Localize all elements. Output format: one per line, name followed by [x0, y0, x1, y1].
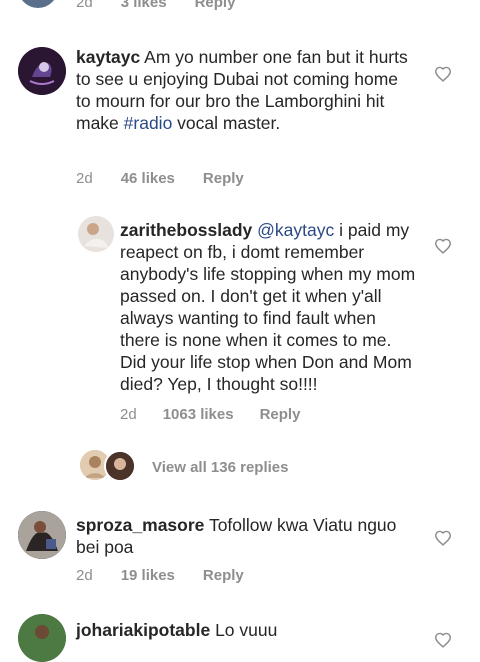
like-button[interactable]: [434, 632, 452, 648]
likes-count[interactable]: 19 likes: [121, 567, 175, 584]
comment-username[interactable]: zarithebosslady: [120, 220, 252, 240]
avatar[interactable]: [18, 614, 66, 662]
likes-count[interactable]: 3 likes: [121, 0, 167, 11]
comment-body: kaytayc Am yo number one fan but it hurt…: [76, 46, 411, 134]
comment-time: 2d: [76, 0, 93, 11]
hashtag-link[interactable]: #radio: [124, 113, 173, 133]
comment-username[interactable]: sproza_masore: [76, 515, 204, 535]
reply-avatar: [104, 450, 136, 482]
avatar[interactable]: [18, 511, 66, 559]
heart-outline-icon: [434, 632, 452, 648]
comment-time: 2d: [76, 567, 93, 584]
comment-meta: 2d 3 likes Reply: [76, 0, 235, 11]
comment-body: sproza_masore Tofollow kwa Viatu nguo be…: [76, 514, 416, 558]
like-button[interactable]: [434, 238, 452, 254]
heart-outline-icon: [434, 530, 452, 546]
reply-button[interactable]: Reply: [195, 0, 236, 11]
heart-outline-icon: [434, 238, 452, 254]
view-replies-link[interactable]: View all 136 replies: [152, 459, 288, 476]
comment-time: 2d: [76, 170, 93, 187]
like-button[interactable]: [434, 530, 452, 546]
avatar[interactable]: [18, 47, 66, 95]
comment-body: zarithebosslady @kaytayc i paid my reape…: [120, 219, 420, 395]
mention-link[interactable]: @kaytayc: [257, 220, 334, 240]
reply-button[interactable]: Reply: [203, 567, 244, 584]
heart-outline-icon: [434, 66, 452, 82]
comment-meta: 2d 1063 likes Reply: [120, 406, 300, 423]
comment-body: johariakipotable Lo vuuu: [76, 619, 416, 641]
avatar-image: [78, 216, 114, 252]
avatar[interactable]: [78, 216, 114, 252]
avatar-image: [18, 47, 66, 95]
reply-button[interactable]: Reply: [260, 406, 301, 423]
comment-username[interactable]: johariakipotable: [76, 620, 210, 640]
likes-count[interactable]: 46 likes: [121, 170, 175, 187]
like-button[interactable]: [434, 66, 452, 82]
likes-count[interactable]: 1063 likes: [163, 406, 234, 423]
avatar-image: [18, 614, 66, 662]
avatar-image: [18, 511, 66, 559]
avatar[interactable]: [18, 0, 58, 8]
reply-button[interactable]: Reply: [203, 170, 244, 187]
avatar-image: [106, 452, 134, 480]
comment-meta: 2d 46 likes Reply: [76, 170, 244, 187]
comment-text: i paid my reapect on fb, i domt remember…: [120, 220, 416, 394]
comment-text: Lo vuuu: [215, 620, 278, 640]
comment-text-end: vocal master.: [172, 113, 281, 133]
comment-username[interactable]: kaytayc: [76, 47, 140, 67]
comment-time: 2d: [120, 406, 137, 423]
comment-meta: 2d 19 likes Reply: [76, 567, 244, 584]
